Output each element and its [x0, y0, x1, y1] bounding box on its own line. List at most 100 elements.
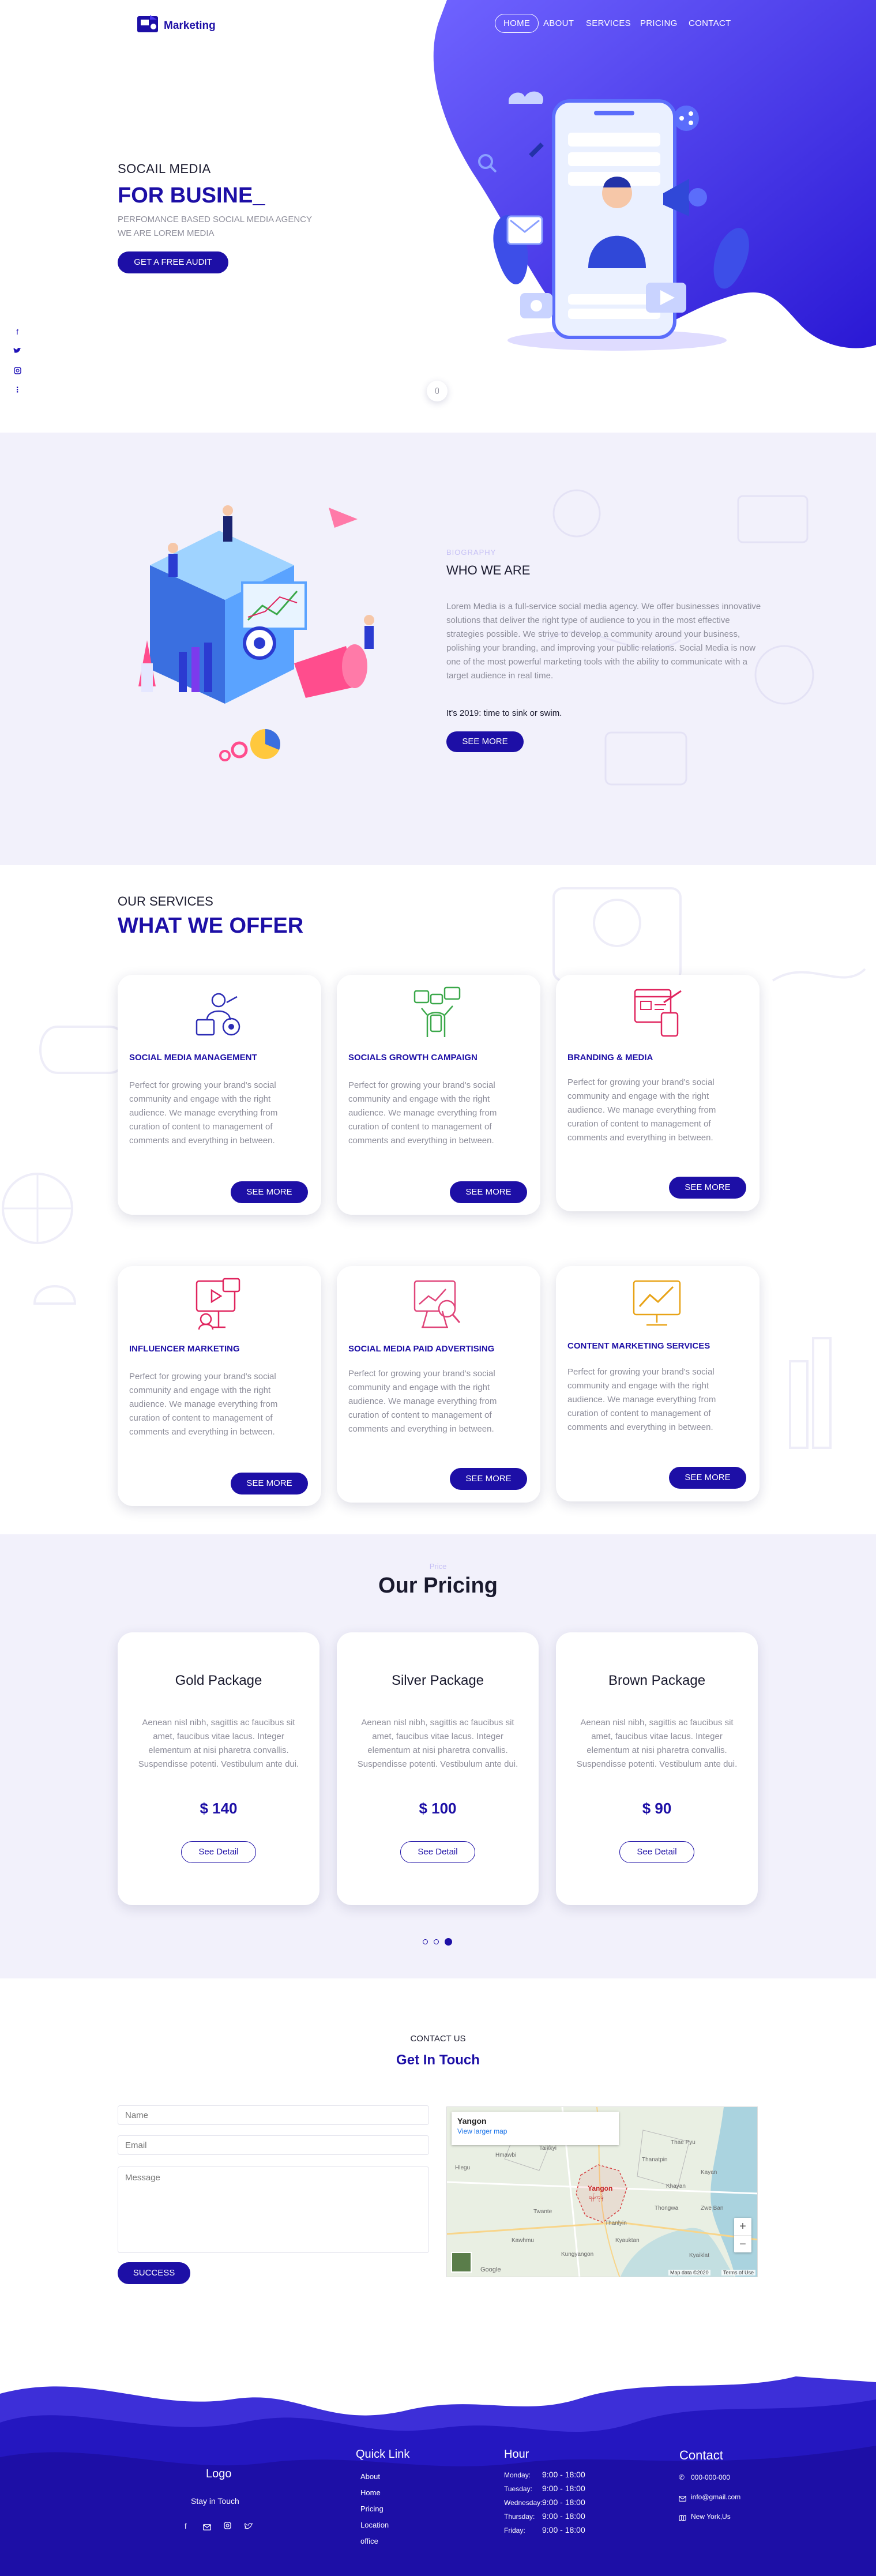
map-label: Thanatpin [642, 2157, 668, 2163]
nav-contact[interactable]: CONTACT [682, 14, 738, 33]
nav-pricing[interactable]: PRICING [633, 14, 685, 33]
footer-link-office[interactable]: office [360, 2537, 378, 2545]
email-field[interactable] [118, 2135, 429, 2155]
pricing-title: Our Pricing [378, 1574, 498, 1598]
hour-time: 9:00 - 18:00 [542, 2484, 585, 2493]
see-detail-button[interactable]: See Detail [619, 1841, 694, 1863]
zoom-in-button[interactable]: + [734, 2218, 751, 2235]
nav-about[interactable]: ABOUT [536, 14, 581, 33]
service-title: CONTENT MARKETING SERVICES [567, 1341, 710, 1351]
hero-kicker: SOCAIL MEDIA [118, 162, 211, 176]
hero-subline-2: WE ARE LOREM MEDIA [118, 228, 215, 238]
message-field[interactable] [118, 2166, 429, 2253]
logo-icon[interactable] [136, 12, 159, 35]
footer-tagline: Stay in Touch [191, 2496, 239, 2506]
phone-icon: ✆ [679, 2473, 685, 2481]
view-larger-map-link[interactable]: View larger map [457, 2127, 613, 2135]
about-see-more-button[interactable]: SEE MORE [446, 731, 524, 752]
services-kicker: OUR SERVICES [118, 894, 213, 908]
footer-email[interactable]: info@gmail.com [691, 2493, 740, 2501]
see-detail-button[interactable]: See Detail [400, 1841, 475, 1863]
service-title: BRANDING & MEDIA [567, 1053, 653, 1062]
twitter-icon[interactable] [13, 347, 22, 356]
pricing-kicker: Price [429, 1562, 447, 1571]
contact-title-footer: Contact [679, 2448, 723, 2462]
facebook-icon[interactable]: f [185, 2522, 187, 2530]
hero-section: Marketing HOME ABOUT SERVICES PRICING CO… [0, 0, 876, 433]
branding-media-icon [634, 989, 682, 1037]
services-section: OUR SERVICES WHAT WE OFFER SOCIAL MEDIA … [0, 865, 876, 1534]
about-body: Lorem Media is a full-service social med… [446, 602, 761, 681]
plan-description: Aenean nisl nibh, sagittis ac faucibus s… [576, 1718, 738, 1769]
service-see-more-button[interactable]: SEE MORE [231, 1473, 308, 1494]
map-zoom-control: + − [734, 2218, 751, 2252]
more-icon[interactable]: ⋮ [13, 385, 22, 395]
map-label: Hlegu [455, 2165, 471, 2171]
service-card: SOCIAL MEDIA PAID ADVERTISING Perfect fo… [337, 1266, 540, 1503]
plan-price: $ 100 [419, 1800, 457, 1817]
map-label: Hmawbi [495, 2152, 517, 2158]
carousel-dot-active[interactable] [445, 1938, 452, 1946]
service-see-more-button[interactable]: SEE MORE [450, 1468, 527, 1490]
footer-phone[interactable]: 000-000-000 [691, 2473, 730, 2481]
scroll-down-button[interactable] [427, 381, 448, 401]
nav-services[interactable]: SERVICES [579, 14, 638, 33]
logo-text[interactable]: Marketing [164, 20, 216, 32]
service-text: Perfect for growing your brand's social … [348, 1080, 497, 1146]
twitter-icon[interactable] [244, 2522, 253, 2533]
service-card: INFLUENCER MARKETING Perfect for growing… [118, 1266, 321, 1506]
content-marketing-icon [633, 1280, 681, 1326]
map-label: Kyaiklat [689, 2252, 710, 2259]
social-media-management-icon [195, 993, 240, 1036]
map-label: Twante [533, 2209, 552, 2215]
footer-link-pricing[interactable]: Pricing [360, 2504, 384, 2513]
service-see-more-button[interactable]: SEE MORE [231, 1181, 308, 1203]
footer: Logo Stay in Touch f Quick Link About Ho… [0, 2376, 876, 2576]
footer-link-location[interactable]: Location [360, 2521, 389, 2529]
map-terms-link[interactable]: Terms of Use [721, 2270, 756, 2275]
name-field[interactable] [118, 2105, 429, 2125]
map-label: Khayan [666, 2183, 686, 2190]
map-label: Kungyangon [561, 2251, 594, 2258]
mail-icon[interactable] [203, 2523, 211, 2533]
plan-price: $ 140 [200, 1800, 238, 1817]
service-see-more-button[interactable]: SEE MORE [669, 1467, 746, 1489]
map-label: Kyauktan [615, 2237, 640, 2244]
map-info-card: Yangon View larger map [452, 2112, 619, 2145]
contact-kicker: CONTACT US [410, 2034, 466, 2044]
service-card: BRANDING & MEDIA Perfect for growing you… [556, 975, 760, 1211]
hour-day: Tuesday: [504, 2485, 532, 2493]
carousel-dot[interactable] [423, 1939, 428, 1944]
about-kicker: BIOGRAPHY [446, 548, 497, 557]
instagram-icon[interactable] [13, 367, 22, 376]
about-section: BIOGRAPHY WHO WE ARE Lorem Media is a fu… [0, 433, 876, 865]
service-title: SOCIAL MEDIA PAID ADVERTISING [348, 1344, 495, 1354]
services-title: WHAT WE OFFER [118, 914, 304, 938]
map-embed[interactable]: Yangon View larger map Hlegu Hmawbi Taik… [446, 2106, 758, 2277]
map-label: Thae Pyu [671, 2139, 695, 2146]
map-city-sublabel: ရန်ကုန် [589, 2194, 604, 2201]
pricing-card: Gold Package Aenean nisl nibh, sagittis … [118, 1632, 319, 1905]
about-illustration [138, 505, 374, 761]
submit-button[interactable]: SUCCESS [118, 2262, 190, 2284]
instagram-icon[interactable] [224, 2522, 231, 2532]
carousel-dot[interactable] [434, 1939, 439, 1944]
hour-time: 9:00 - 18:00 [542, 2525, 585, 2534]
footer-link-home[interactable]: Home [360, 2488, 381, 2497]
see-detail-button[interactable]: See Detail [181, 1841, 256, 1863]
footer-link-about[interactable]: About [360, 2472, 380, 2481]
plan-price: $ 90 [642, 1800, 672, 1817]
about-title: WHO WE ARE [446, 563, 531, 577]
facebook-icon[interactable]: f [13, 328, 22, 337]
map-icon [679, 2514, 686, 2524]
hour-day: Monday: [504, 2471, 531, 2479]
service-see-more-button[interactable]: SEE MORE [450, 1181, 527, 1203]
nav-home[interactable]: HOME [495, 14, 539, 33]
free-audit-button[interactable]: GET A FREE AUDIT [118, 251, 228, 273]
footer-logo[interactable]: Logo [206, 2468, 232, 2481]
hour-time: 9:00 - 18:00 [542, 2470, 585, 2479]
service-see-more-button[interactable]: SEE MORE [669, 1177, 746, 1199]
zoom-out-button[interactable]: − [734, 2235, 751, 2252]
service-card: CONTENT MARKETING SERVICES Perfect for g… [556, 1266, 760, 1501]
hero-subline-1: PERFOMANCE BASED SOCIAL MEDIA AGENCY [118, 215, 313, 224]
